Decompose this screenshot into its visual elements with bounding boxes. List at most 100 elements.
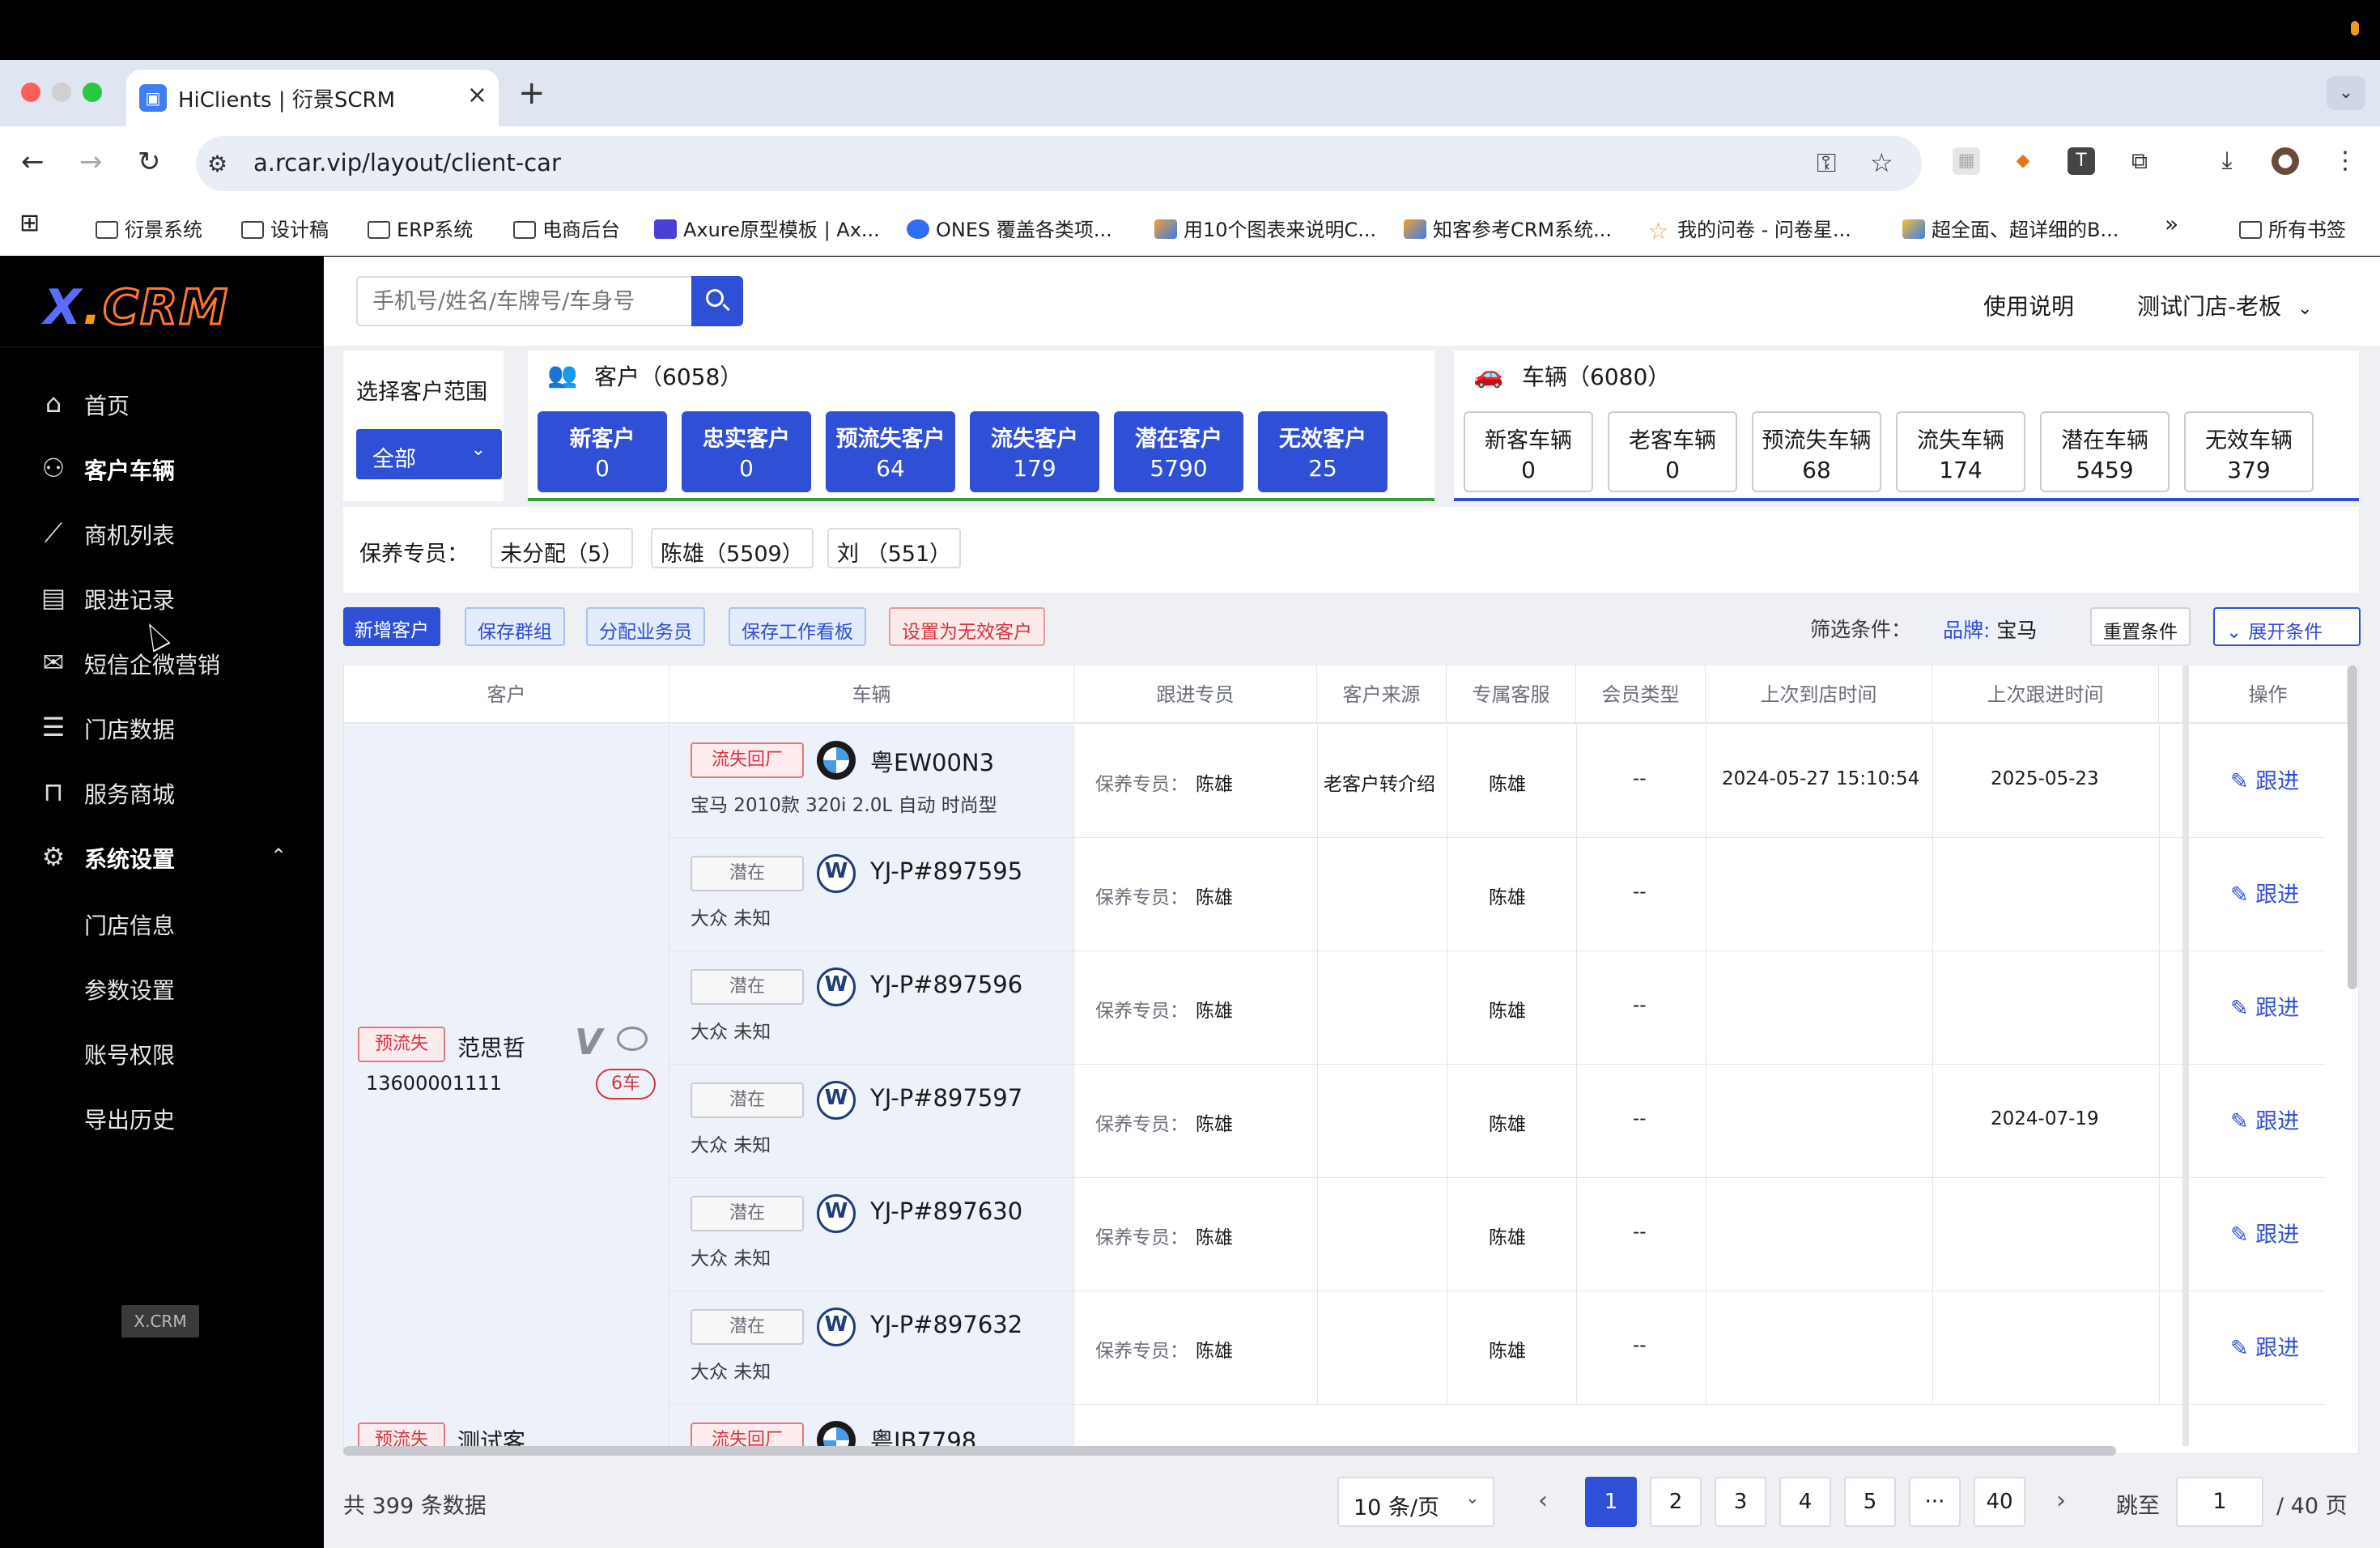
search-button[interactable]: [691, 276, 743, 326]
download-icon[interactable]: ⤓: [2213, 147, 2241, 175]
plate-number[interactable]: YJ-P#897630: [870, 1197, 1022, 1225]
brand-filter-tag[interactable]: 品牌: 宝马: [1930, 607, 2051, 646]
page-40[interactable]: 40: [1974, 1477, 2025, 1527]
stat-invalid-vehicles[interactable]: 无效车辆 379: [2184, 411, 2314, 492]
range-select[interactable]: 全部 ⌄: [356, 429, 502, 479]
plate-number[interactable]: YJ-P#897596: [870, 971, 1022, 998]
assign-salesperson-button[interactable]: 分配业务员: [586, 607, 705, 646]
page-5[interactable]: 5: [1844, 1477, 1896, 1527]
stat-pre-churn-customers[interactable]: 预流失客户 64: [826, 411, 955, 492]
follow-up-link[interactable]: ✎ 跟进: [2230, 763, 2299, 795]
follow-up-link[interactable]: ✎ 跟进: [2230, 877, 2299, 908]
window-zoom-button[interactable]: [83, 83, 102, 102]
all-bookmarks-folder[interactable]: 所有书签: [2239, 214, 2346, 242]
bookmark-star-icon[interactable]: ☆: [1870, 147, 1893, 178]
browser-tab-active[interactable]: ▣ HiClients | 衍景SCRM ×: [126, 70, 499, 126]
stat-old-vehicles[interactable]: 老客车辆 0: [1608, 411, 1737, 492]
bookmark-folder[interactable]: 衍景系统: [96, 214, 202, 242]
tab-search-button[interactable]: ⌄: [2327, 76, 2365, 110]
table-row[interactable]: 潜在 YJ-P#897630 大众 未知 保养专员： 陈雄 陈雄 -- ✎ 跟进: [669, 1178, 2325, 1291]
profile-avatar-icon[interactable]: ●: [2272, 147, 2299, 175]
wechat-chat-icon[interactable]: [617, 1027, 648, 1051]
table-row-partial[interactable]: 预流失 测试客 流失回厂 粤IB7798: [344, 1405, 2347, 1446]
page-1[interactable]: 1: [1585, 1477, 1637, 1527]
tab-close-icon[interactable]: ×: [467, 81, 487, 109]
reload-icon[interactable]: ↻: [138, 146, 161, 178]
sidebar-subitem-export-history[interactable]: 导出历史: [84, 1103, 175, 1135]
window-close-button[interactable]: [21, 83, 40, 102]
help-link[interactable]: 使用说明: [1983, 289, 2074, 321]
back-arrow-icon[interactable]: ←: [21, 146, 45, 178]
bookmark-folder[interactable]: 电商后台: [513, 214, 620, 242]
stat-churned-customers[interactable]: 流失客户 179: [970, 411, 1099, 492]
vertical-scrollbar[interactable]: [2348, 666, 2357, 989]
bookmark-link[interactable]: 超全面、超详细的B...: [1902, 214, 2119, 242]
follow-up-link[interactable]: ✎ 跟进: [2230, 990, 2299, 1022]
table-row[interactable]: 流失回厂 粤EW00N3 宝马 2010款 320i 2.0L 自动 时尚型 保…: [669, 725, 2325, 838]
prev-page-icon[interactable]: ‹: [1538, 1486, 1548, 1515]
stat-potential-customers[interactable]: 潜在客户 5790: [1114, 411, 1243, 492]
bookmark-folder[interactable]: ERP系统: [368, 214, 473, 242]
search-input[interactable]: [356, 276, 691, 326]
extension-grid-icon[interactable]: ▦: [1953, 147, 1980, 175]
stat-churned-vehicles[interactable]: 流失车辆 174: [1896, 411, 2025, 492]
text-extension-icon[interactable]: T: [2068, 147, 2095, 175]
expand-filters-button[interactable]: ⌄ 展开条件: [2213, 607, 2361, 646]
plate-number[interactable]: YJ-P#897632: [870, 1311, 1022, 1338]
stat-invalid-customers[interactable]: 无效客户 25: [1258, 411, 1388, 492]
page-3[interactable]: 3: [1715, 1477, 1766, 1527]
page-4[interactable]: 4: [1779, 1477, 1831, 1527]
sidebar-item-opportunities[interactable]: ⟋ 商机列表: [37, 508, 304, 554]
sidebar-item-sms-marketing[interactable]: ✉ 短信企微营销: [37, 638, 304, 683]
save-group-button[interactable]: 保存群组: [465, 607, 565, 646]
new-tab-button[interactable]: +: [518, 74, 546, 112]
new-customer-button[interactable]: 新增客户: [343, 607, 440, 646]
sidebar-item-customer-vehicles[interactable]: ⚇ 客户车辆: [37, 444, 304, 489]
sidebar-item-service-mall[interactable]: ⊓ 服务商城: [37, 768, 304, 813]
forward-arrow-icon[interactable]: →: [79, 146, 103, 178]
sidebar-subitem-parameters[interactable]: 参数设置: [84, 973, 175, 1006]
stat-loyal-customers[interactable]: 忠实客户 0: [682, 411, 811, 492]
metamask-fox-icon[interactable]: ◆: [2009, 147, 2037, 175]
plate-number[interactable]: YJ-P#897597: [870, 1084, 1022, 1112]
stat-potential-vehicles[interactable]: 潜在车辆 5459: [2040, 411, 2170, 492]
store-selector[interactable]: 测试门店-老板 ⌄: [2137, 289, 2313, 321]
sidebar-subitem-store-info[interactable]: 门店信息: [84, 908, 175, 941]
bookmark-link[interactable]: 用10个图表来说明C...: [1154, 214, 1376, 242]
sidebar-item-system-settings[interactable]: ⚙ 系统设置: [37, 832, 304, 878]
sidebar-item-follow-records[interactable]: ▤ 跟进记录: [37, 573, 304, 619]
reset-filters-button[interactable]: 重置条件: [2090, 607, 2191, 646]
staff-chip-unassigned[interactable]: 未分配（5）: [491, 528, 634, 568]
table-row[interactable]: 潜在 YJ-P#897595 大众 未知 保养专员： 陈雄 陈雄 -- ✎ 跟进: [669, 838, 2325, 951]
chevron-up-icon[interactable]: ⌃: [270, 844, 287, 867]
plate-number[interactable]: YJ-P#897595: [870, 857, 1022, 885]
bookmark-link[interactable]: ☆ 我的问卷 - 问卷星...: [1648, 214, 1851, 243]
stat-pre-churn-vehicles[interactable]: 预流失车辆 68: [1752, 411, 1881, 492]
plate-number[interactable]: 粤IB7798: [870, 1423, 976, 1446]
table-row[interactable]: 潜在 YJ-P#897597 大众 未知 保养专员： 陈雄 陈雄 -- 2024…: [669, 1065, 2325, 1178]
page-2[interactable]: 2: [1650, 1477, 1702, 1527]
apps-grid-icon[interactable]: ⊞: [19, 209, 40, 237]
stat-new-vehicles[interactable]: 新客车辆 0: [1464, 411, 1593, 492]
save-board-button[interactable]: 保存工作看板: [729, 607, 866, 646]
window-minimize-button[interactable]: [52, 83, 71, 102]
set-invalid-button[interactable]: 设置为无效客户: [889, 607, 1045, 646]
sidebar-item-home[interactable]: ⌂ 首页: [37, 379, 304, 424]
bookmark-link[interactable]: 知客参考CRM系统...: [1404, 214, 1612, 242]
follow-up-link[interactable]: ✎ 跟进: [2230, 1330, 2299, 1362]
bookmark-link[interactable]: Axure原型模板 | Ax...: [654, 214, 880, 242]
staff-chip-chenxiong[interactable]: 陈雄（5509）: [651, 528, 814, 568]
next-page-icon[interactable]: ›: [2056, 1486, 2066, 1515]
horizontal-scrollbar[interactable]: [343, 1446, 2116, 1456]
bookmark-link[interactable]: ONES 覆盖各类项...: [907, 214, 1112, 242]
customer-name[interactable]: 测试客: [457, 1424, 525, 1446]
page-size-select[interactable]: 10 条/页 ⌄: [1337, 1477, 1494, 1527]
table-row[interactable]: 潜在 YJ-P#897596 大众 未知 保养专员： 陈雄 陈雄 -- ✎ 跟进: [669, 951, 2325, 1065]
puzzle-extensions-icon[interactable]: ⧉: [2126, 147, 2153, 175]
plate-number[interactable]: 粤EW00N3: [870, 744, 994, 778]
sidebar-subitem-accounts[interactable]: 账号权限: [84, 1038, 175, 1070]
jump-page-input[interactable]: 1: [2176, 1477, 2263, 1527]
customer-name[interactable]: 范思哲: [457, 1031, 525, 1063]
table-row[interactable]: 潜在 YJ-P#897632 大众 未知 保养专员： 陈雄 陈雄 -- ✎ 跟进: [669, 1291, 2325, 1405]
stat-new-customers[interactable]: 新客户 0: [538, 411, 667, 492]
